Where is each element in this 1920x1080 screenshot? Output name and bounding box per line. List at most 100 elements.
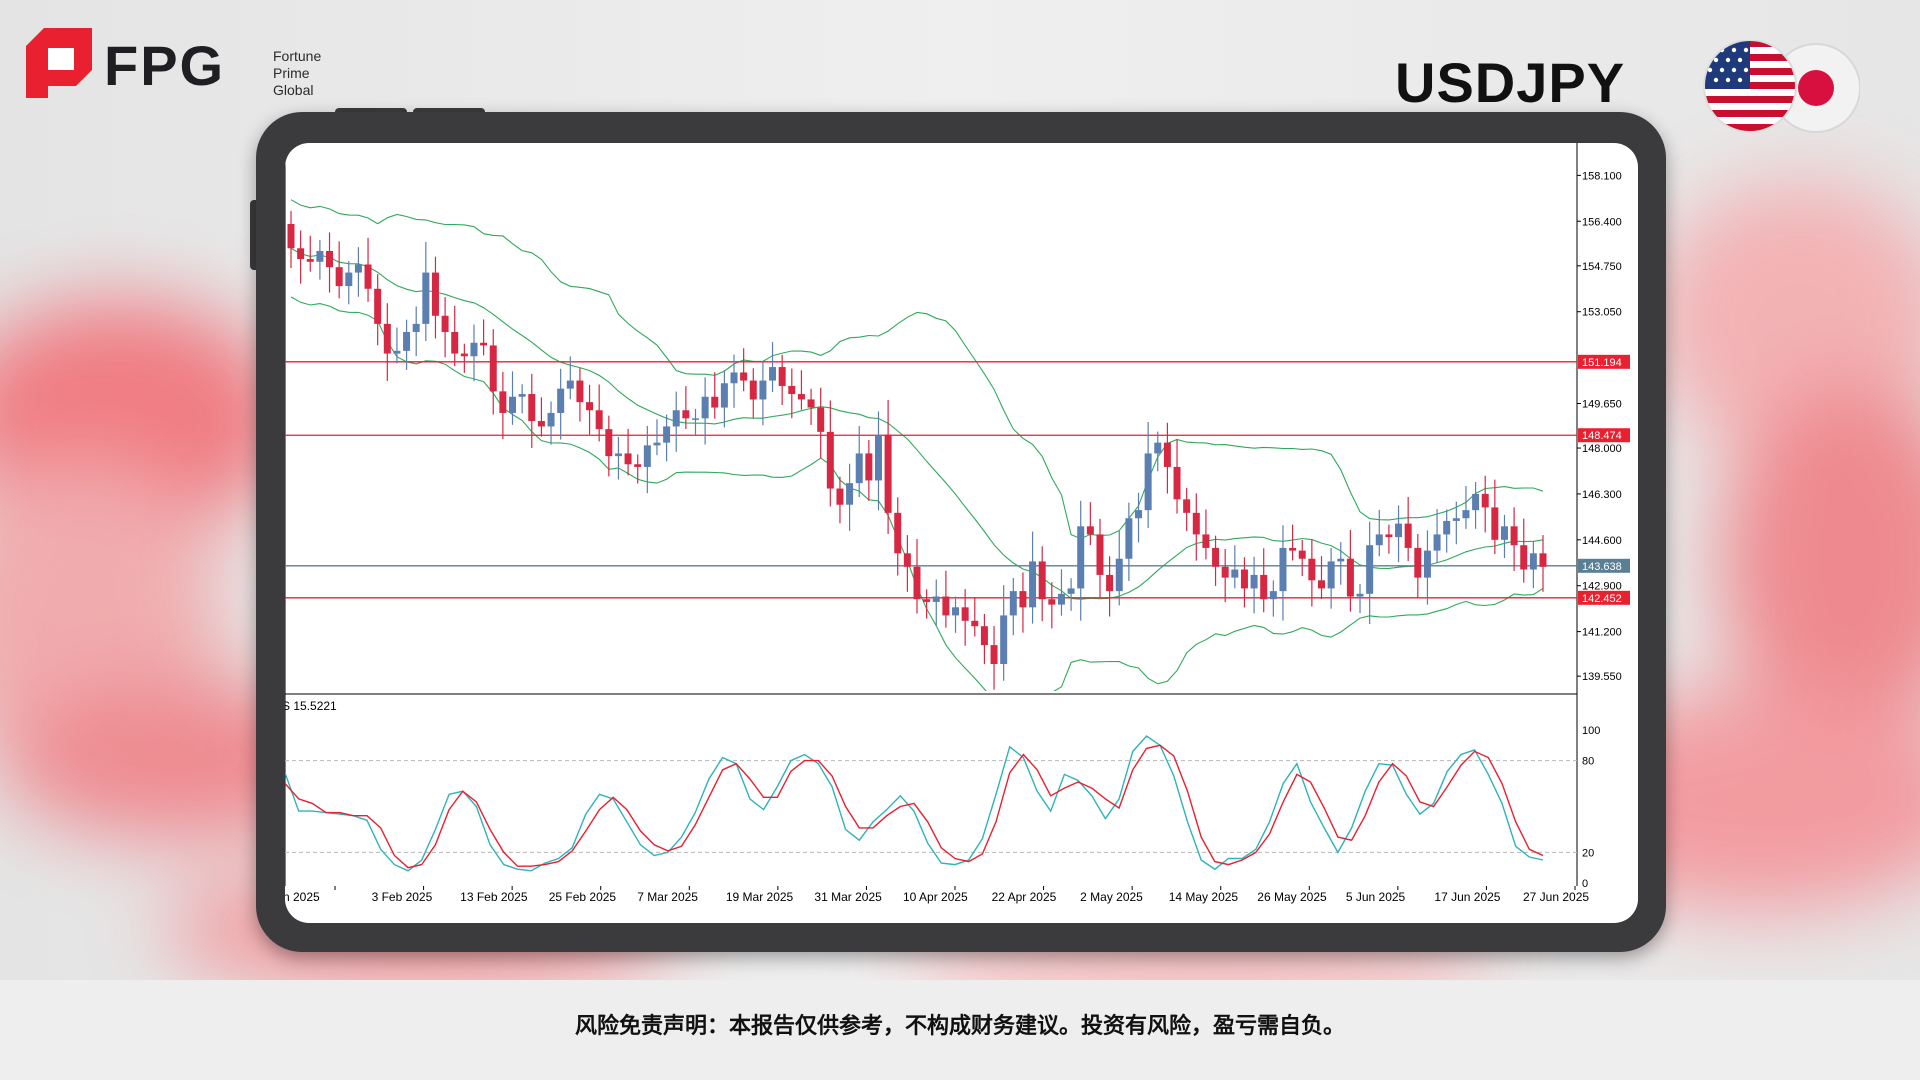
level-label: 148.474 <box>1582 430 1622 442</box>
price-chart: 158.100 156.400 154.750 153.050 149.650 148.0… <box>285 143 1630 904</box>
bear-candle <box>1086 526 1094 535</box>
time-tick-label: 31 Mar 2025 <box>814 890 882 904</box>
bull-candle <box>1395 523 1403 538</box>
time-tick-label: 17 Jun 2025 <box>1434 890 1500 904</box>
osc-tick-label: 0 <box>1582 878 1588 890</box>
bear-candle <box>1385 534 1393 538</box>
bull-candle <box>1375 534 1383 546</box>
bull-candle <box>855 453 863 484</box>
bear-candle <box>1202 534 1210 548</box>
time-tick-label: 2 May 2025 <box>1080 890 1143 904</box>
price-axis: 158.100 156.400 154.750 153.050 149.650 148.0… <box>1577 170 1630 683</box>
bear-candle <box>1520 545 1528 570</box>
bear-candle <box>740 372 748 381</box>
bull-candle <box>1067 588 1075 594</box>
bull-candle <box>1144 453 1152 511</box>
bear-candle <box>1019 591 1027 608</box>
time-tick-label: 13 Feb 2025 <box>460 890 528 904</box>
bear-candle <box>1173 466 1181 500</box>
bear-candle <box>1404 523 1412 548</box>
bull-candle <box>1231 569 1239 578</box>
bull-candle <box>691 418 699 420</box>
price-tick-label: 154.750 <box>1582 261 1622 273</box>
main-chart-frame <box>285 143 1578 886</box>
bull-candle <box>874 434 882 481</box>
bull-candle <box>316 250 324 262</box>
bull-candle <box>1327 561 1335 589</box>
stochastic-oscillator: 100 80 20 0 <box>285 725 1600 890</box>
bull-candle <box>1250 574 1258 589</box>
bear-candle <box>1221 566 1229 578</box>
price-tick-label: 139.550 <box>1582 671 1622 683</box>
bear-candle <box>1096 534 1104 575</box>
bear-candle <box>605 429 613 457</box>
bull-candle <box>1029 561 1037 608</box>
bear-candle <box>1308 558 1316 581</box>
time-tick-label: 5 Jun 2025 <box>1346 890 1406 904</box>
bear-candle <box>441 315 449 332</box>
bull-candle <box>846 483 854 505</box>
bear-candle <box>711 396 719 408</box>
instrument-title: USDJPY <box>1395 51 1626 114</box>
time-axis: n 2025 3 Feb 2025 13 Feb 2025 25 Feb 2025 7 … <box>285 886 1589 904</box>
bull-candle <box>1009 591 1017 616</box>
bear-candle <box>634 464 642 467</box>
bull-candle <box>672 410 680 427</box>
bear-candle <box>1163 442 1171 467</box>
bull-candle <box>1057 593 1065 605</box>
bull-candle <box>412 323 420 332</box>
bear-candle <box>797 394 805 400</box>
fpg-logo-mark-icon <box>26 28 92 98</box>
time-tick-label: 14 May 2025 <box>1169 890 1239 904</box>
bull-candle <box>393 350 401 354</box>
risk-disclaimer: 风险免责声明：本报告仅供参考，不构成财务建议。投资有风险，盈亏需自负。 <box>574 1013 1345 1038</box>
bull-candle <box>1433 534 1441 551</box>
price-tick-label: 156.400 <box>1582 216 1622 228</box>
bull-candle <box>701 396 709 419</box>
bull-candle <box>1356 593 1364 597</box>
bull-candle <box>1279 547 1287 592</box>
bull-candle <box>1452 518 1460 521</box>
bull-candle <box>720 383 728 408</box>
currency-flags <box>1703 40 1860 133</box>
bear-candle <box>836 488 844 505</box>
bull-candle <box>769 367 777 381</box>
bear-candle <box>364 264 372 289</box>
bear-candle <box>1414 547 1422 578</box>
bull-candle <box>547 412 555 427</box>
time-tick-label: 27 Jun 2025 <box>1523 890 1589 904</box>
bull-candle <box>1443 520 1451 535</box>
bear-candle <box>1317 580 1325 589</box>
bull-candle <box>518 394 526 397</box>
bull-candle <box>730 372 738 384</box>
bear-candle <box>624 453 632 465</box>
price-tick-label: 141.200 <box>1582 627 1622 639</box>
brand-sub-line: Global <box>273 82 314 98</box>
brand-sub-line: Fortune <box>273 48 322 64</box>
bollinger-bands <box>290 199 1544 691</box>
bull-candle <box>1366 545 1374 594</box>
time-tick-label: 10 Apr 2025 <box>903 890 968 904</box>
bear-candle <box>807 399 815 408</box>
time-tick-label: 19 Mar 2025 <box>726 890 794 904</box>
bear-candle <box>1481 493 1489 508</box>
bull-candle <box>1077 526 1085 589</box>
bull-candle <box>932 596 940 602</box>
bull-candle <box>1472 493 1480 511</box>
level-label: 142.452 <box>1582 593 1622 605</box>
bull-candle <box>1125 518 1133 559</box>
bear-candle <box>1510 526 1518 546</box>
bear-candle <box>537 421 545 427</box>
bull-candle <box>1135 510 1143 519</box>
bear-candle <box>903 553 911 567</box>
bear-candle <box>431 272 439 316</box>
bull-candle <box>663 426 671 443</box>
bear-candle <box>306 259 314 262</box>
bear-candle <box>595 410 603 430</box>
price-tick-label: 149.650 <box>1582 399 1622 411</box>
bull-candle <box>557 388 565 413</box>
bear-candle <box>1048 599 1056 605</box>
bear-candle <box>1491 507 1499 540</box>
price-tick-label: 146.300 <box>1582 489 1622 501</box>
bear-candle <box>1183 499 1191 513</box>
